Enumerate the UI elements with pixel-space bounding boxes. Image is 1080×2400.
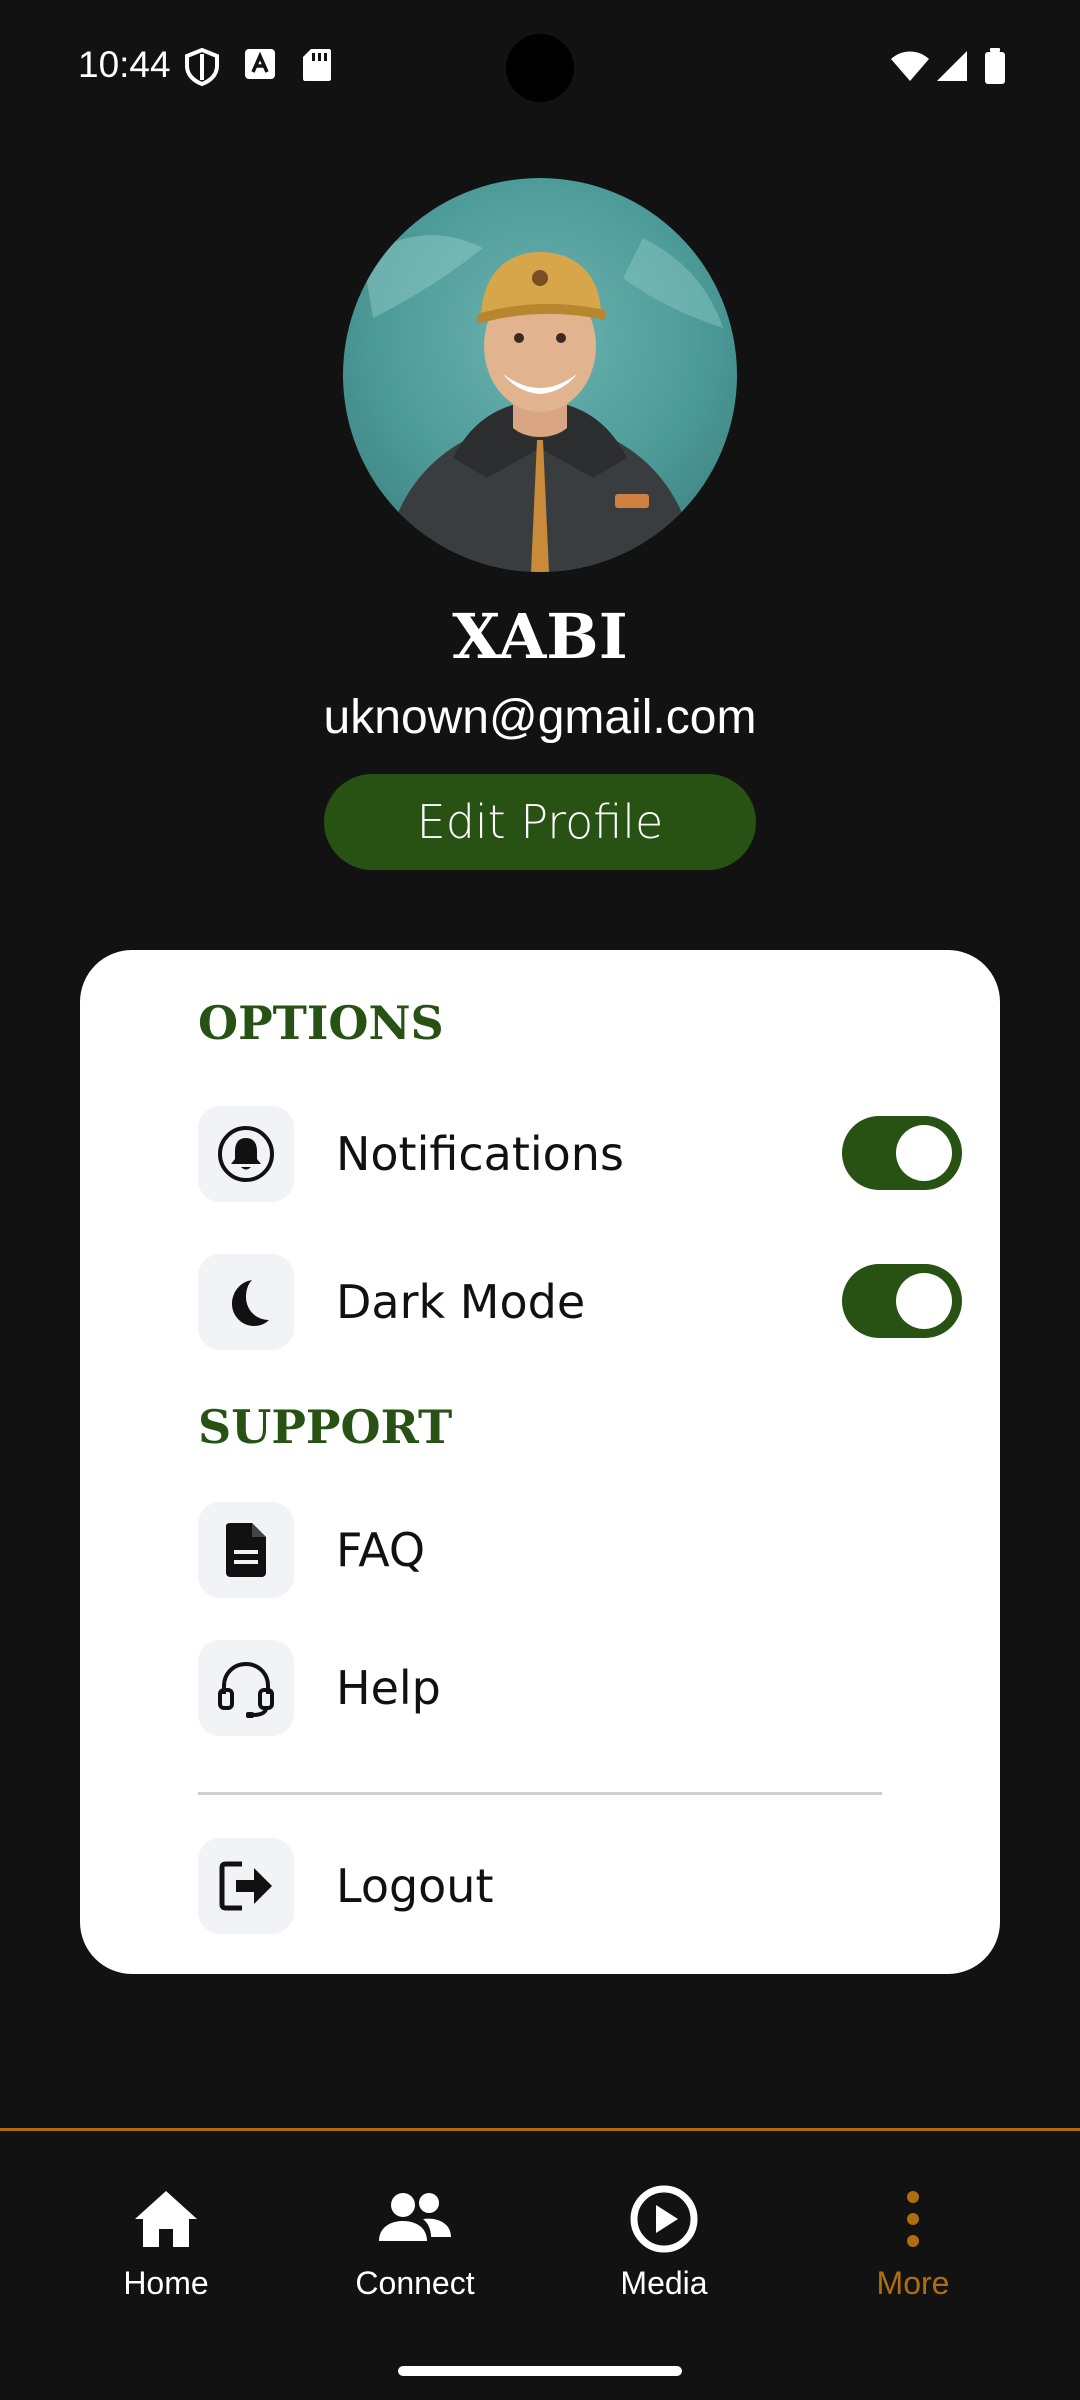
dark-mode-row[interactable]: Dark Mode bbox=[198, 1254, 962, 1350]
notifications-icon-box bbox=[198, 1106, 294, 1202]
nav-item-connect[interactable]: Connect bbox=[305, 2181, 525, 2321]
nav-item-more[interactable]: More bbox=[803, 2181, 1023, 2321]
notifications-toggle[interactable] bbox=[842, 1116, 962, 1190]
nav-label-home: Home bbox=[123, 2265, 209, 2301]
nav-label-media: Media bbox=[620, 2265, 708, 2301]
cellular-signal-icon bbox=[937, 51, 967, 81]
bell-icon bbox=[218, 1126, 274, 1182]
play-circle-icon bbox=[630, 2185, 698, 2253]
logout-icon-box bbox=[198, 1838, 294, 1934]
logout-label: Logout bbox=[336, 1859, 494, 1913]
status-bar: 10:44 bbox=[0, 0, 1080, 136]
faq-icon-box bbox=[198, 1502, 294, 1598]
bottom-navigation: Home Connect Media More bbox=[0, 2128, 1080, 2400]
settings-card: OPTIONS Notifications Dark Mode SUPPORT … bbox=[80, 950, 1000, 1974]
logout-row[interactable]: Logout bbox=[198, 1838, 962, 1934]
help-row[interactable]: Help bbox=[198, 1640, 962, 1736]
keyboard-a-icon bbox=[245, 49, 275, 79]
notifications-label: Notifications bbox=[336, 1127, 624, 1181]
card-divider bbox=[198, 1792, 882, 1795]
camera-cutout bbox=[506, 34, 574, 102]
logout-icon bbox=[219, 1861, 272, 1911]
headset-icon bbox=[218, 1661, 274, 1718]
nav-label-more: More bbox=[876, 2265, 950, 2301]
sd-card-icon bbox=[303, 49, 331, 81]
nav-item-media[interactable]: Media bbox=[554, 2181, 774, 2321]
support-section-title: SUPPORT bbox=[198, 1400, 453, 1454]
profile-screen: 10:44 XABI uknown@gmail.com Edit Profile… bbox=[0, 0, 1080, 2400]
moon-icon bbox=[232, 1280, 269, 1326]
dark-mode-icon-box bbox=[198, 1254, 294, 1350]
toggle-knob bbox=[896, 1125, 952, 1181]
dark-mode-toggle[interactable] bbox=[842, 1264, 962, 1338]
help-label: Help bbox=[336, 1661, 441, 1715]
avatar-photo bbox=[343, 178, 737, 572]
home-indicator[interactable] bbox=[398, 2366, 682, 2376]
nav-label-connect: Connect bbox=[355, 2265, 475, 2301]
notifications-row[interactable]: Notifications bbox=[198, 1106, 962, 1202]
profile-name: XABI bbox=[452, 600, 628, 673]
help-icon-box bbox=[198, 1640, 294, 1736]
edit-profile-button[interactable]: Edit Profile bbox=[324, 774, 756, 870]
faq-row[interactable]: FAQ bbox=[198, 1502, 962, 1598]
nav-item-home[interactable]: Home bbox=[56, 2181, 276, 2321]
more-vertical-icon bbox=[907, 2191, 919, 2247]
status-time: 10:44 bbox=[78, 44, 171, 85]
avatar[interactable] bbox=[343, 178, 737, 572]
battery-icon bbox=[985, 48, 1005, 84]
wifi-icon bbox=[891, 51, 929, 81]
toggle-knob bbox=[896, 1273, 952, 1329]
home-icon bbox=[135, 2191, 197, 2247]
shield-icon bbox=[185, 48, 219, 86]
faq-label: FAQ bbox=[336, 1523, 426, 1577]
document-icon bbox=[226, 1523, 266, 1577]
dark-mode-label: Dark Mode bbox=[336, 1275, 586, 1329]
people-icon bbox=[379, 2193, 451, 2241]
profile-email: uknown@gmail.com bbox=[323, 691, 757, 744]
options-section-title: OPTIONS bbox=[198, 996, 444, 1050]
